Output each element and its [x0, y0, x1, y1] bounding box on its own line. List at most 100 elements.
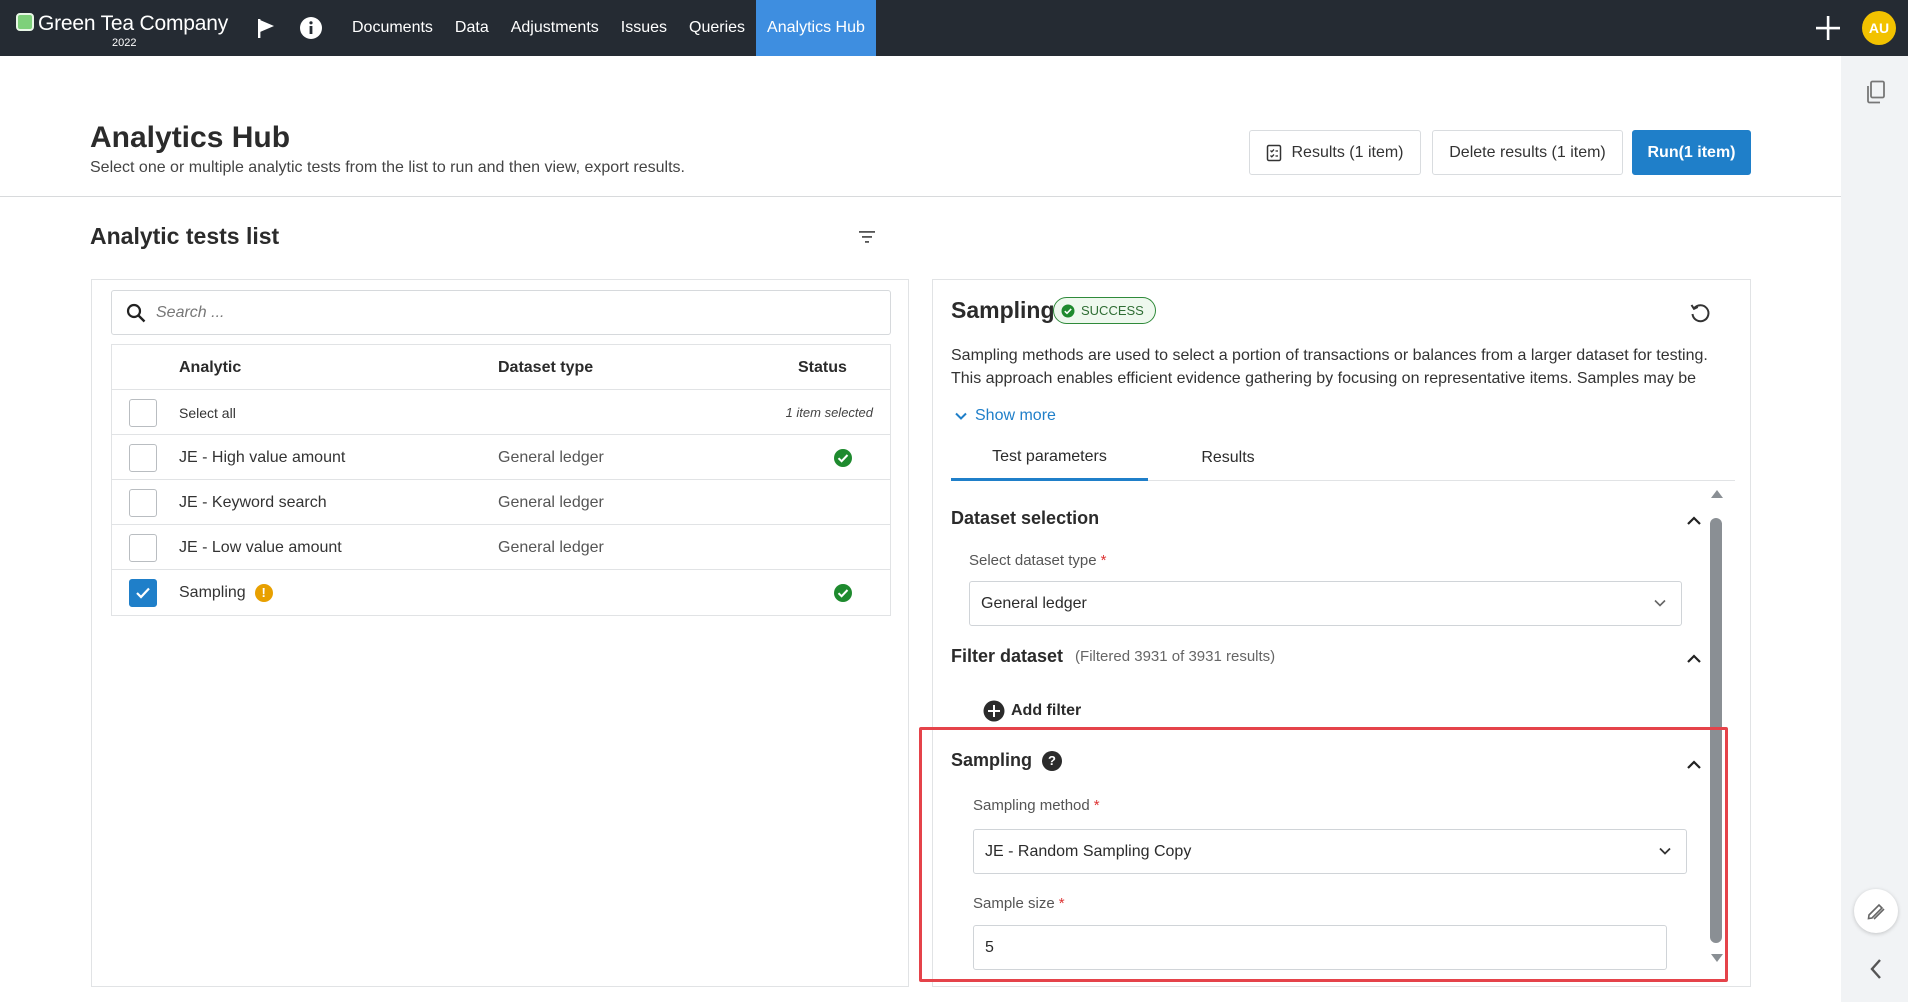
top-navigation-bar: Green Tea Company 2022 Documents Data Ad… — [0, 0, 1908, 56]
nav-queries[interactable]: Queries — [678, 0, 756, 56]
sampling-method-select[interactable]: JE - Random Sampling Copy — [973, 829, 1687, 874]
selected-count: 1 item selected — [785, 405, 873, 420]
dataset-selection-title: Dataset selection — [951, 508, 1100, 528]
nav-data[interactable]: Data — [444, 0, 500, 56]
chevron-up-icon[interactable] — [1685, 650, 1703, 668]
brand-name: Green Tea Company — [38, 12, 228, 35]
row-checkbox[interactable] — [129, 533, 157, 562]
search-input[interactable] — [156, 293, 876, 332]
right-rail — [1841, 56, 1908, 1002]
checkmark-icon — [136, 587, 150, 599]
brand[interactable]: Green Tea Company 2022 — [14, 10, 228, 50]
nav-documents[interactable]: Documents — [341, 0, 444, 56]
column-header-analytic[interactable]: Analytic — [179, 345, 241, 390]
column-header-status[interactable]: Status — [798, 345, 847, 390]
page-subtitle: Select one or multiple analytic tests fr… — [90, 159, 685, 176]
tests-table: Analytic Dataset type Status Select all … — [111, 344, 891, 616]
chevron-down-icon — [1654, 599, 1666, 607]
detail-tabs: Test parameters Results — [951, 435, 1735, 481]
plus-icon[interactable] — [1812, 12, 1844, 44]
filter-dataset-meta: (Filtered 3931 of 3931 results) — [1075, 648, 1276, 665]
success-check-icon — [1061, 304, 1075, 317]
results-button[interactable]: Results (1 item) — [1249, 130, 1421, 175]
sampling-section-title: Sampling — [951, 750, 1033, 770]
test-detail-panel: Sampling SUCCESS Sampling methods are us… — [932, 279, 1751, 987]
scrollbar-thumb[interactable] — [1710, 518, 1722, 943]
brand-year: 2022 — [112, 37, 137, 49]
brand-logo-icon — [16, 13, 34, 31]
dataset-type: General ledger — [498, 493, 604, 511]
nav-adjustments[interactable]: Adjustments — [500, 0, 610, 56]
row-checkbox-checked[interactable] — [129, 578, 157, 607]
table-row[interactable]: JE - Low value amount General ledger — [112, 525, 890, 570]
copy-icon[interactable] — [1865, 80, 1887, 104]
refresh-icon[interactable] — [1689, 302, 1711, 324]
page-title: Analytics Hub — [90, 121, 291, 154]
sampling-section-header[interactable]: Sampling ? — [951, 750, 1063, 771]
chevron-up-icon[interactable] — [1685, 756, 1703, 774]
select-all-label: Select all — [179, 404, 236, 421]
scrollbar[interactable] — [1709, 490, 1723, 978]
add-filter-label: Add filter — [1011, 702, 1082, 719]
nav-analytics-hub[interactable]: Analytics Hub — [756, 0, 876, 56]
search-icon — [126, 303, 146, 323]
sample-size-label: Sample size * — [973, 895, 1065, 912]
add-filter-button[interactable]: Add filter — [983, 700, 1081, 722]
success-check-icon — [834, 448, 852, 467]
dataset-type: General ledger — [498, 538, 604, 556]
scroll-down-arrow[interactable] — [1711, 954, 1723, 962]
delete-results-button[interactable]: Delete results (1 item) — [1432, 130, 1623, 175]
chevron-up-icon[interactable] — [1685, 512, 1703, 530]
search-box — [111, 290, 891, 335]
dataset-selection-header[interactable]: Dataset selection — [951, 508, 1099, 529]
dataset-type-label: Select dataset type * — [969, 552, 1107, 569]
plus-circle-icon — [983, 700, 1005, 722]
detail-title: Sampling — [951, 297, 1055, 323]
info-icon[interactable] — [298, 15, 324, 41]
row-checkbox[interactable] — [129, 488, 157, 517]
scroll-up-arrow[interactable] — [1711, 490, 1723, 498]
status-badge-label: SUCCESS — [1081, 303, 1144, 318]
table-header: Analytic Dataset type Status — [112, 345, 890, 390]
select-all-checkbox[interactable] — [129, 398, 157, 427]
status-badge: SUCCESS — [1053, 297, 1156, 324]
analytic-name: JE - Low value amount — [179, 538, 342, 556]
nav-issues[interactable]: Issues — [610, 0, 678, 56]
section-title: Analytic tests list — [90, 223, 280, 249]
select-all-row: Select all 1 item selected — [112, 390, 890, 435]
warning-icon[interactable]: ! — [254, 583, 273, 602]
table-row[interactable]: JE - Keyword search General ledger — [112, 480, 890, 525]
success-check-icon — [834, 583, 852, 602]
tab-results[interactable]: Results — [1148, 435, 1308, 481]
run-button[interactable]: Run(1 item) — [1632, 130, 1751, 175]
analytic-tests-panel: Analytic Dataset type Status Select all … — [91, 279, 909, 987]
dataset-type-value: General ledger — [981, 594, 1087, 612]
chevron-left-icon[interactable] — [1865, 954, 1887, 984]
sampling-method-value: JE - Random Sampling Copy — [985, 842, 1192, 860]
results-button-label: Results (1 item) — [1291, 143, 1404, 161]
main-nav: Documents Data Adjustments Issues Querie… — [341, 0, 876, 56]
dataset-type-select[interactable]: General ledger — [969, 581, 1682, 626]
filter-dataset-title: Filter dataset — [951, 646, 1064, 666]
table-row[interactable]: Sampling ! — [112, 570, 890, 615]
detail-description: Sampling methods are used to select a po… — [951, 347, 1708, 387]
pencil-icon[interactable] — [1854, 889, 1898, 933]
filter-dataset-header[interactable]: Filter dataset (Filtered 3931 of 3931 re… — [951, 646, 1275, 667]
show-more-link[interactable]: Show more — [955, 407, 1056, 425]
analytic-name: JE - High value amount — [179, 448, 346, 466]
table-row[interactable]: JE - High value amount General ledger — [112, 435, 890, 480]
analytic-name: Sampling — [179, 583, 246, 601]
sample-size-input[interactable] — [973, 925, 1667, 970]
filter-icon[interactable] — [857, 227, 877, 247]
chevron-down-icon — [955, 412, 967, 420]
sampling-method-label: Sampling method * — [973, 797, 1100, 814]
avatar[interactable]: AU — [1862, 11, 1896, 45]
flag-icon[interactable] — [253, 15, 279, 41]
help-icon[interactable]: ? — [1042, 750, 1063, 771]
column-header-dataset-type[interactable]: Dataset type — [498, 345, 593, 390]
row-checkbox[interactable] — [129, 443, 157, 472]
header-divider — [0, 196, 1841, 197]
tab-test-parameters[interactable]: Test parameters — [951, 435, 1148, 481]
clipboard-icon — [1267, 144, 1282, 161]
analytic-name: JE - Keyword search — [179, 493, 327, 511]
